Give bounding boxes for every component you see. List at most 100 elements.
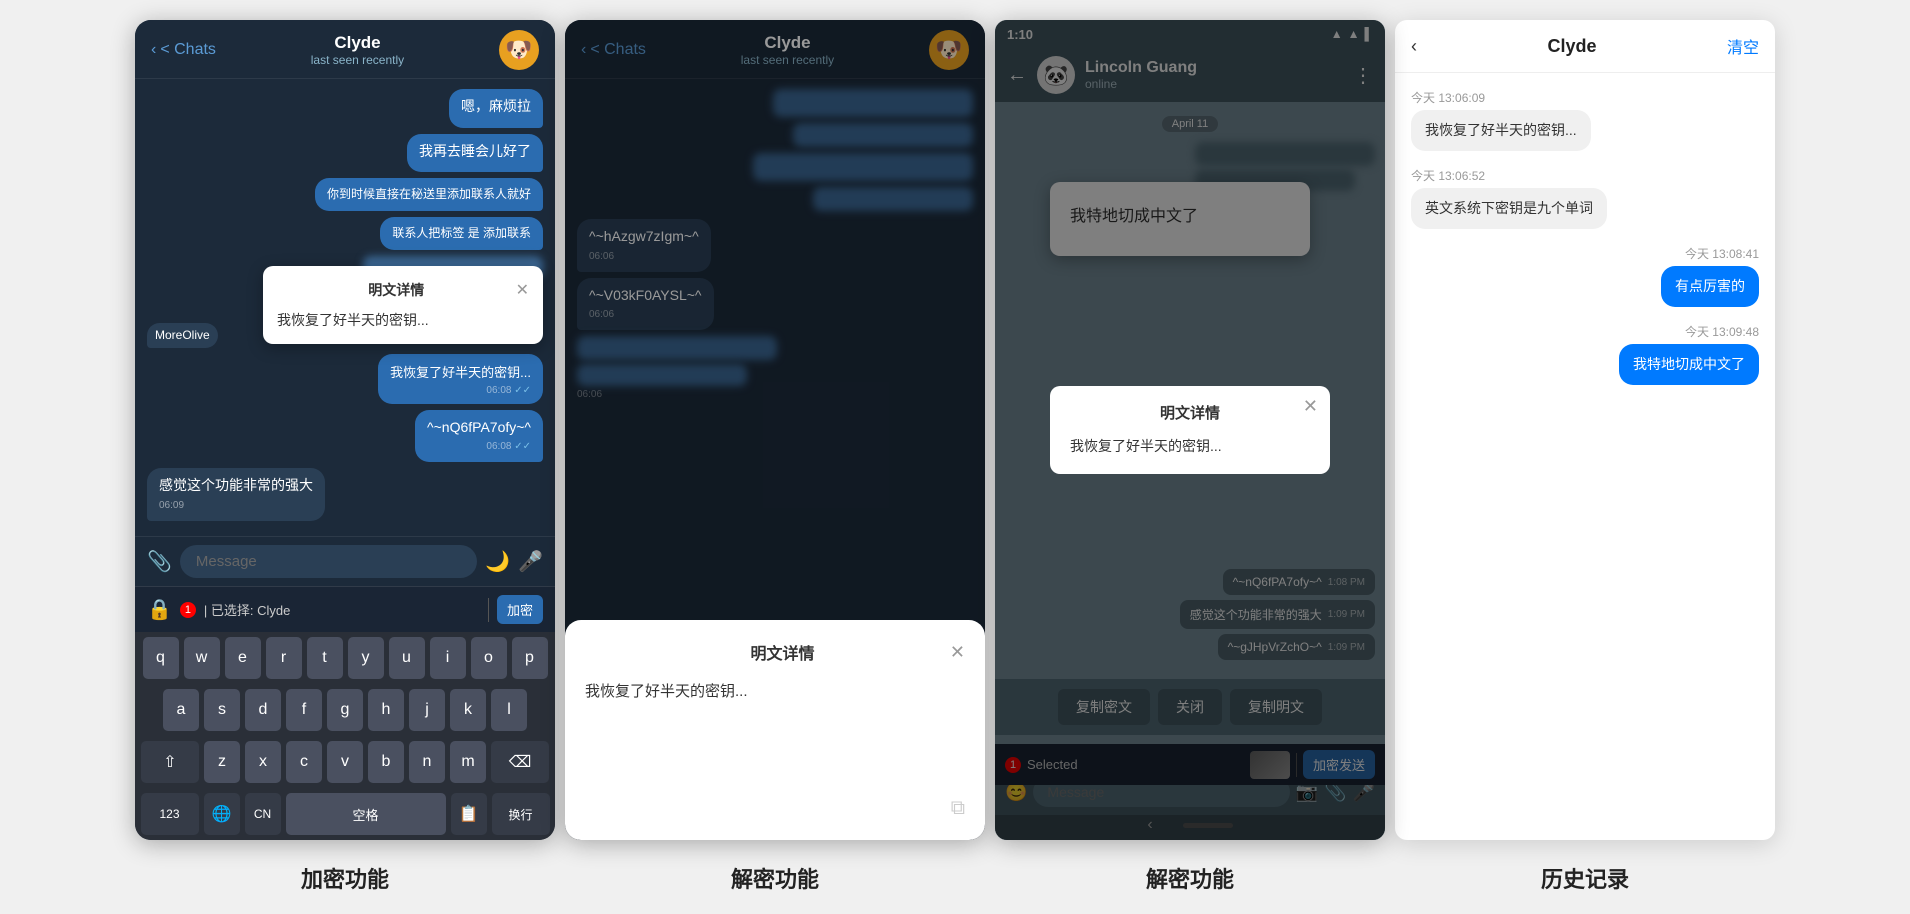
h-bubble-4[interactable]: 我特地切成中文了: [1619, 344, 1759, 385]
modal-title-2: 明文详情: [615, 640, 950, 664]
history-title: Clyde: [1547, 36, 1596, 57]
copy-icon[interactable]: ⧉: [951, 797, 965, 820]
panel-decrypt-android: 1:10 ▲ ▲ ▌ ← 🐼 Lincoln Guang online ⋮ Ap…: [995, 20, 1385, 894]
h-bubble-3[interactable]: 有点厉害的: [1661, 266, 1759, 307]
msg-1[interactable]: 嗯，麻烦拉: [449, 89, 543, 128]
attach-icon[interactable]: 📎: [147, 549, 172, 574]
h-time-4: 今天 13:09:48: [1685, 323, 1759, 340]
key-shift[interactable]: ⇧: [141, 741, 199, 783]
key-n[interactable]: n: [409, 741, 445, 783]
history-back-button[interactable]: ‹: [1411, 36, 1417, 57]
msg-moreoil[interactable]: MoreOlive: [147, 323, 218, 348]
key-j[interactable]: j: [409, 689, 445, 731]
h-msg-4: 今天 13:09:48 我特地切成中文了: [1411, 323, 1759, 385]
kb-row-2: a s d f g h j k l: [135, 684, 555, 736]
key-123[interactable]: 123: [141, 793, 199, 835]
key-v[interactable]: v: [327, 741, 363, 783]
key-f[interactable]: f: [286, 689, 322, 731]
key-h[interactable]: h: [368, 689, 404, 731]
key-r[interactable]: r: [266, 637, 302, 679]
key-backspace[interactable]: ⌫: [491, 741, 549, 783]
history-header: ‹ Clyde 清空: [1395, 20, 1775, 73]
contact-info-1: Clyde last seen recently: [311, 33, 404, 67]
h-bubble-1[interactable]: 我恢复了好半天的密钥...: [1411, 110, 1591, 151]
history-frame: ‹ Clyde 清空 今天 13:06:09 我恢复了好半天的密钥... 今天 …: [1395, 20, 1775, 840]
encrypt-toggle-icon[interactable]: 🔒: [147, 597, 172, 622]
encrypt-bar-1: 🔒 1 | 已选择: Clyde 加密: [135, 586, 555, 632]
h-time-2: 今天 13:06:52: [1411, 167, 1485, 184]
h-msg-2: 今天 13:06:52 英文系统下密钥是九个单词: [1411, 167, 1759, 229]
modal-close-1[interactable]: ✕: [516, 280, 529, 300]
key-o[interactable]: o: [471, 637, 507, 679]
panel-encrypt: ‹ < Chats Clyde last seen recently 🐶 嗯，麻…: [135, 20, 555, 894]
key-e[interactable]: e: [225, 637, 261, 679]
modal-content-1: 我恢复了好半天的密钥...: [277, 310, 529, 330]
mic-icon[interactable]: 🎤: [518, 549, 543, 574]
panel-label-4: 历史记录: [1541, 862, 1629, 894]
key-z[interactable]: z: [204, 741, 240, 783]
avatar-1: 🐶: [499, 30, 539, 70]
key-a[interactable]: a: [163, 689, 199, 731]
key-x[interactable]: x: [245, 741, 281, 783]
msg-4[interactable]: 联系人把标签 是 添加联系: [380, 217, 543, 250]
android-modal-title: 明文详情: [1070, 402, 1310, 423]
history-clear-button[interactable]: 清空: [1727, 34, 1759, 58]
key-s[interactable]: s: [204, 689, 240, 731]
h-msg-3: 今天 13:08:41 有点厉害的: [1411, 245, 1759, 307]
kb-row-3: ⇧ z x c v b n m ⌫: [135, 736, 555, 788]
input-bar-1: 📎 Message 🌙 🎤: [135, 536, 555, 586]
key-i[interactable]: i: [430, 637, 466, 679]
chevron-left-icon: ‹: [151, 41, 156, 59]
modal-header-2: 明文详情 ✕: [585, 640, 965, 664]
msg-3[interactable]: 你到时候直接在秘送里添加联系人就好: [315, 178, 543, 211]
key-g[interactable]: g: [327, 689, 363, 731]
modal-close-2[interactable]: ✕: [950, 642, 965, 663]
h-time-3: 今天 13:08:41: [1685, 245, 1759, 262]
back-button-1[interactable]: ‹ < Chats: [151, 41, 216, 59]
key-c[interactable]: c: [286, 741, 322, 783]
panel-label-1: 加密功能: [301, 862, 389, 894]
key-y[interactable]: y: [348, 637, 384, 679]
key-l[interactable]: l: [491, 689, 527, 731]
key-u[interactable]: u: [389, 637, 425, 679]
contact-name-1: Clyde: [311, 33, 404, 53]
key-cn[interactable]: CN: [245, 793, 281, 835]
encrypt-button-1[interactable]: 加密: [497, 595, 543, 624]
messages-area-1: 嗯，麻烦拉 我再去睡会儿好了 你到时候直接在秘送里添加联系人就好 联系人把标签 …: [135, 79, 555, 536]
key-w[interactable]: w: [184, 637, 220, 679]
key-globe[interactable]: 🌐: [204, 793, 240, 835]
badge-1: 1: [180, 602, 196, 618]
kb-row-1: q w e r t y u i o p: [135, 632, 555, 684]
modal-content-2: 我恢复了好半天的密钥...: [585, 680, 965, 704]
android-frame: 1:10 ▲ ▲ ▌ ← 🐼 Lincoln Guang online ⋮ Ap…: [995, 20, 1385, 840]
panel-label-2: 解密功能: [731, 862, 819, 894]
android-modal-close[interactable]: ✕: [1303, 396, 1318, 417]
emoji-icon[interactable]: 🌙: [485, 549, 510, 574]
key-t[interactable]: t: [307, 637, 343, 679]
selected-label-1: | 已选择: Clyde: [204, 600, 480, 619]
plaintext-modal: 明文详情 ✕ 我恢复了好半天的密钥...: [263, 266, 543, 344]
encrypted-msg[interactable]: 我恢复了好半天的密钥... 06:08 ✓✓: [378, 354, 543, 404]
android-modal: ✕ 明文详情 我恢复了好半天的密钥...: [1050, 386, 1330, 473]
key-m[interactable]: m: [450, 741, 486, 783]
key-b[interactable]: b: [368, 741, 404, 783]
key-q[interactable]: q: [143, 637, 179, 679]
key-d[interactable]: d: [245, 689, 281, 731]
msg-feature[interactable]: 感觉这个功能非常的强大06:09: [147, 468, 325, 521]
panel-label-3: 解密功能: [1146, 862, 1234, 894]
key-return[interactable]: 换行: [492, 793, 550, 835]
msg-2[interactable]: 我再去睡会儿好了: [407, 134, 543, 173]
history-messages: 今天 13:06:09 我恢复了好半天的密钥... 今天 13:06:52 英文…: [1395, 73, 1775, 840]
msg-nq6[interactable]: ^~nQ6fPA7ofy~^06:08 ✓✓: [415, 410, 543, 463]
android-modal-overlay: ✕ 明文详情 我恢复了好半天的密钥...: [995, 20, 1385, 840]
keyboard-1: q w e r t y u i o p a s d f g h j k l: [135, 632, 555, 840]
key-p[interactable]: p: [512, 637, 548, 679]
key-clipboard[interactable]: 📋: [451, 793, 487, 835]
plaintext-modal-2: 明文详情 ✕ 我恢复了好半天的密钥... ⧉: [565, 620, 985, 840]
h-msg-1: 今天 13:06:09 我恢复了好半天的密钥...: [1411, 89, 1759, 151]
key-k[interactable]: k: [450, 689, 486, 731]
phone-frame-2: ‹ < Chats Clyde last seen recently 🐶: [565, 20, 985, 840]
h-bubble-2[interactable]: 英文系统下密钥是九个单词: [1411, 188, 1607, 229]
key-space[interactable]: 空格: [286, 793, 446, 835]
message-input-1[interactable]: Message: [180, 545, 477, 578]
